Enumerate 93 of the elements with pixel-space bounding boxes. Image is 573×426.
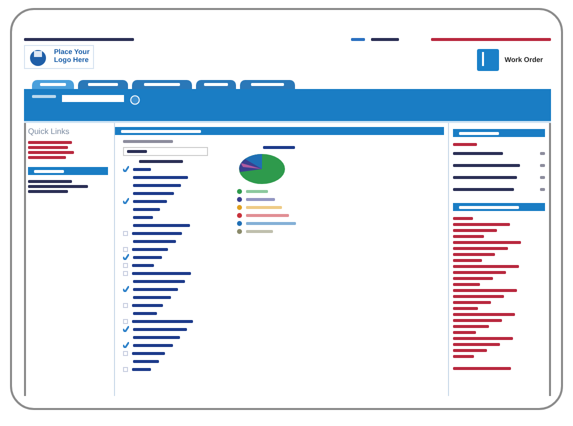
illegible-link[interactable] [28,141,72,144]
illegible-tree-item[interactable] [133,328,187,330]
tab[interactable] [32,80,74,89]
checked-icon[interactable] [123,198,129,204]
illegible-link[interactable] [351,38,365,41]
illegible-tree-item[interactable] [133,208,160,210]
checked-icon[interactable] [123,286,129,292]
illegible-link[interactable] [371,38,399,41]
checkbox[interactable] [123,270,128,276]
illegible-count [540,176,545,179]
checked-icon[interactable] [123,326,129,332]
illegible-text [28,180,72,183]
illegible-tree-item[interactable] [133,288,178,290]
checked-icon[interactable] [123,166,129,172]
illegible-tree-item[interactable] [133,344,173,346]
checked-icon[interactable] [123,254,129,260]
illegible-tree-item[interactable] [133,200,167,202]
illegible-link[interactable] [453,355,474,358]
illegible-text [123,140,173,143]
document-icon[interactable] [476,49,499,71]
chart-title [263,146,295,149]
illegible-legend-label [246,198,275,201]
tab[interactable] [196,80,236,89]
illegible-tree-item[interactable] [133,184,181,186]
illegible-link[interactable] [453,325,489,328]
illegible-label [32,95,56,98]
illegible-tree-item[interactable] [133,224,190,226]
illegible-link[interactable] [28,146,68,149]
illegible-tree-item[interactable] [132,232,182,234]
illegible-tree-item[interactable] [133,216,153,218]
illegible-link[interactable] [453,349,487,352]
illegible-legend-label [246,190,268,193]
illegible-text [453,164,520,167]
illegible-tree-item[interactable] [133,256,162,258]
illegible-text [453,152,503,155]
illegible-tree-item[interactable] [133,176,188,178]
illegible-link[interactable] [453,301,491,304]
illegible-link[interactable] [453,229,497,232]
illegible-count [540,152,545,155]
illegible-link[interactable] [453,307,478,310]
checked-icon[interactable] [123,342,129,348]
illegible-link[interactable] [453,253,495,256]
illegible-tree-item[interactable] [133,240,176,242]
illegible-tree-item[interactable] [133,312,157,314]
illegible-tree-item[interactable] [132,264,154,266]
illegible-link[interactable] [453,277,493,280]
illegible-tree-item[interactable] [133,360,159,362]
search-button-icon[interactable] [130,95,140,105]
pie-chart-drawing [237,152,287,186]
illegible-legend-label [246,230,273,233]
illegible-tree-item[interactable] [132,368,151,370]
checkbox[interactable] [123,230,128,236]
checkbox[interactable] [123,246,128,252]
illegible-tree-item[interactable] [132,352,165,354]
illegible-tree-item[interactable] [133,280,185,282]
illegible-text [28,190,68,193]
illegible-tree-item[interactable] [132,248,168,250]
illegible-count [540,188,545,191]
illegible-link[interactable] [28,156,66,159]
illegible-link[interactable] [28,151,74,154]
illegible-link[interactable] [453,235,484,238]
tab[interactable] [78,80,128,89]
illegible-text [28,185,88,188]
illegible-text [453,176,517,179]
illegible-link[interactable] [453,217,473,220]
checkbox[interactable] [123,366,128,372]
logo-icon [28,48,48,66]
illegible-tree-item[interactable] [132,272,191,274]
checkbox[interactable] [123,302,128,308]
quick-links-title: Quick Links [28,127,70,136]
illegible-text [453,188,514,191]
illegible-legend-label [246,222,296,225]
illegible-legend-label [246,206,282,209]
illegible-tree-item[interactable] [132,304,163,306]
illegible-tree-item[interactable] [133,192,174,194]
checkbox[interactable] [123,318,128,324]
illegible-tree-item[interactable] [133,336,180,338]
tab[interactable] [132,80,192,89]
illegible-link[interactable] [453,331,476,334]
illegible-count [540,164,545,167]
checkbox[interactable] [123,262,128,268]
dropdown[interactable] [123,147,208,156]
illegible-tree-item[interactable] [133,168,151,170]
illegible-text [139,160,183,163]
checkbox[interactable] [123,350,128,356]
illegible-tree-item[interactable] [133,296,171,298]
illegible-tree-item[interactable] [132,320,193,322]
illegible-legend-label [246,214,289,217]
tab[interactable] [240,80,295,89]
search-field[interactable] [62,95,124,102]
illegible-link[interactable] [453,283,480,286]
illegible-link[interactable] [453,143,477,146]
illegible-link[interactable] [453,259,482,262]
